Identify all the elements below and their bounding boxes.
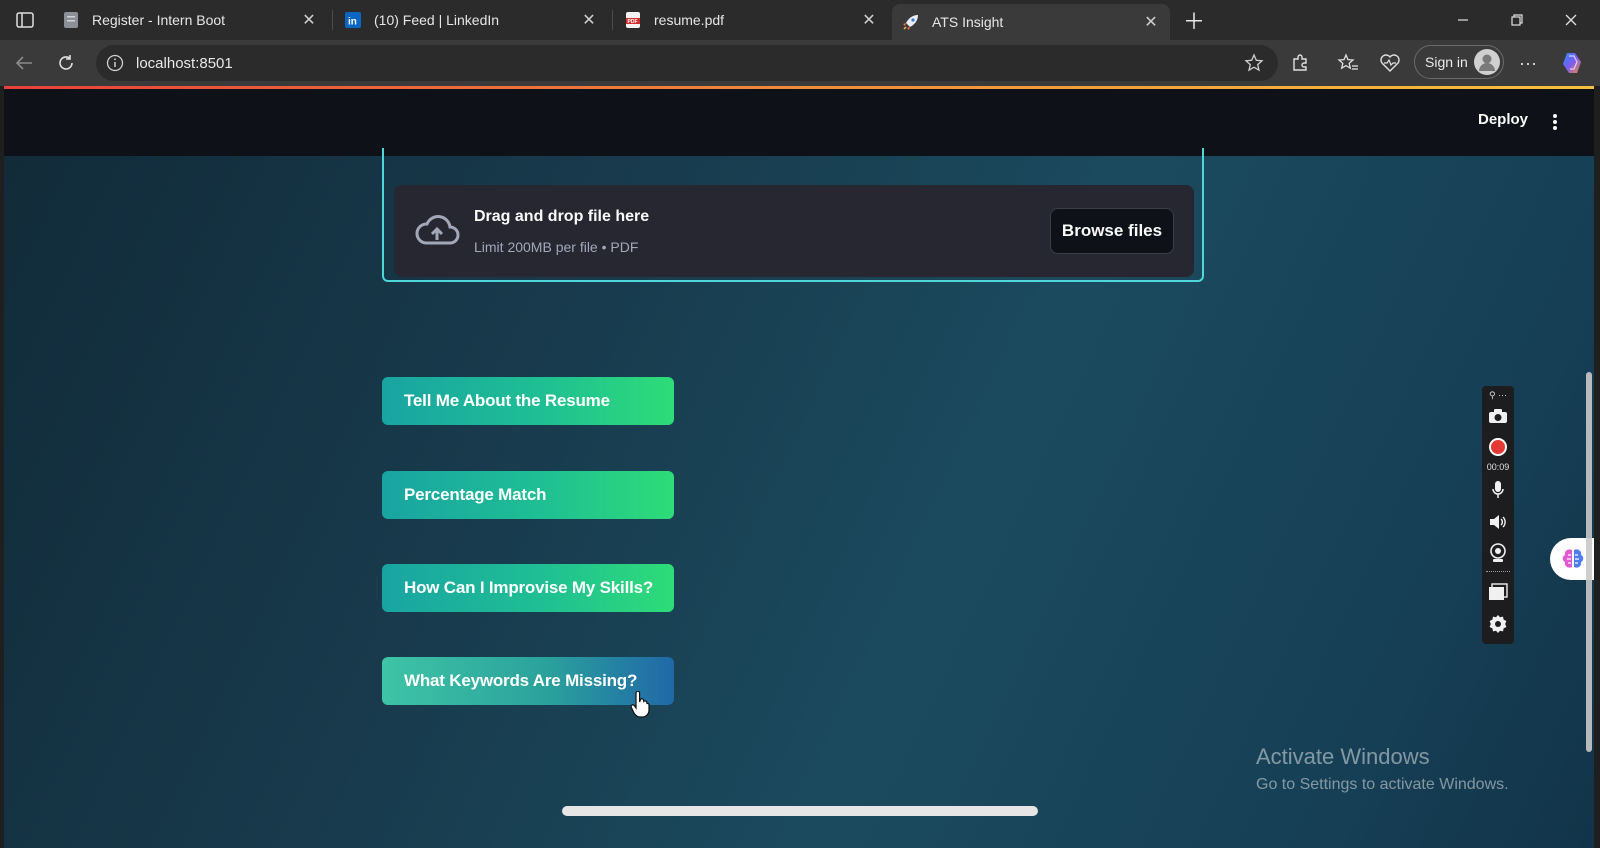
ellipsis-icon: ··· (1519, 52, 1537, 73)
tab-resume-pdf[interactable]: PDF resume.pdf ✕ (614, 4, 888, 36)
heart-pulse-icon (1380, 54, 1400, 72)
minimize-button[interactable] (1436, 0, 1490, 40)
svg-text:PDF: PDF (628, 19, 638, 25)
tab-ats-insight[interactable]: ATS Insight ✕ (892, 4, 1170, 40)
hand-cursor-icon (630, 691, 650, 718)
url-bar[interactable]: localhost:8501 (96, 45, 1278, 81)
tab-title: resume.pdf (654, 12, 725, 28)
gear-icon[interactable] (1486, 612, 1510, 636)
close-icon[interactable]: ✕ (1140, 11, 1162, 33)
new-tab-button[interactable]: ＋ (1180, 6, 1208, 34)
url-text[interactable]: localhost:8501 (136, 55, 233, 72)
screen-region-icon[interactable] (1486, 580, 1510, 604)
info-icon[interactable] (106, 54, 124, 72)
back-button[interactable] (10, 49, 38, 77)
file-dropzone[interactable]: Drag and drop file here Limit 200MB per … (394, 185, 1194, 277)
tab-separator (612, 10, 613, 30)
close-window-button[interactable] (1544, 0, 1598, 40)
recorder-pin-icon[interactable]: ⚲ ··· (1486, 388, 1510, 402)
speaker-icon[interactable] (1486, 510, 1510, 534)
deploy-button[interactable]: Deploy (1478, 111, 1528, 128)
tab-separator (332, 10, 333, 30)
reload-icon (59, 55, 73, 70)
address-toolbar: localhost:8501 Sign in ··· (0, 40, 1600, 86)
toolbar-divider (1486, 571, 1510, 572)
document-icon (62, 11, 80, 29)
app-header: Deploy (4, 89, 1594, 156)
minimize-icon (1458, 19, 1468, 21)
tab-title: Register - Intern Boot (92, 12, 226, 28)
percentage-match-button[interactable]: Percentage Match (382, 471, 674, 519)
favorites-button[interactable] (1334, 49, 1362, 77)
favorites-icon (1337, 53, 1358, 70)
tab-register[interactable]: Register - Intern Boot ✕ (52, 4, 328, 36)
close-icon[interactable]: ✕ (578, 9, 600, 31)
pdf-icon: PDF (624, 11, 642, 29)
kebab-dot (1553, 126, 1557, 130)
sign-in-button[interactable]: Sign in (1414, 45, 1504, 79)
main-menu-button[interactable] (1548, 109, 1562, 135)
close-icon[interactable]: ✕ (298, 9, 320, 31)
restore-icon (1511, 14, 1523, 26)
cloud-upload-icon (415, 215, 460, 245)
tab-linkedin[interactable]: in (10) Feed | LinkedIn ✕ (334, 4, 608, 36)
reload-button[interactable] (52, 49, 80, 77)
browser-essentials-button[interactable] (1376, 49, 1404, 77)
watermark-title: Activate Windows (1256, 744, 1430, 769)
tab-title: ATS Insight (932, 14, 1004, 30)
browse-files-button[interactable]: Browse files (1050, 208, 1174, 254)
brain-icon (1562, 549, 1584, 568)
sign-in-label: Sign in (1425, 54, 1468, 70)
windows-activation-watermark: Activate Windows Go to Settings to activ… (1256, 744, 1509, 794)
camera-icon[interactable] (1486, 404, 1510, 428)
tab-title: (10) Feed | LinkedIn (374, 12, 500, 28)
extensions-button[interactable] (1286, 49, 1314, 77)
restore-button[interactable] (1490, 0, 1544, 40)
arrow-left-icon (15, 56, 32, 70)
microphone-icon[interactable] (1486, 478, 1510, 502)
rocket-icon (902, 13, 920, 31)
tell-me-about-resume-button[interactable]: Tell Me About the Resume (382, 377, 674, 425)
screen-recorder-toolbar: ⚲ ··· 00:09 (1482, 386, 1514, 644)
app-viewport: Deploy Drag and drop file here Limit 200… (4, 86, 1594, 848)
puzzle-icon (1293, 54, 1307, 71)
close-icon[interactable]: ✕ (858, 9, 880, 31)
sidebar-icon (16, 12, 34, 28)
webcam-icon[interactable] (1486, 541, 1510, 565)
watermark-subtitle: Go to Settings to activate Windows. (1256, 776, 1509, 793)
recording-timer: 00:09 (1486, 462, 1510, 472)
vertical-scrollbar[interactable] (1586, 372, 1592, 752)
sidebar-toggle-button[interactable] (10, 8, 40, 32)
close-icon (1565, 14, 1577, 26)
dropzone-title: Drag and drop file here (474, 208, 650, 225)
avatar-icon (1474, 49, 1500, 75)
more-menu-button[interactable]: ··· (1514, 49, 1542, 77)
improve-skills-button[interactable]: How Can I Improvise My Skills? (382, 564, 674, 612)
record-icon[interactable] (1486, 435, 1510, 459)
horizontal-scrollbar[interactable] (562, 806, 1038, 816)
copilot-icon (1563, 53, 1581, 73)
kebab-dot (1553, 114, 1557, 118)
tab-strip: Register - Intern Boot ✕ in (10) Feed | … (0, 0, 1600, 40)
copilot-button[interactable] (1558, 49, 1586, 77)
linkedin-icon: in (344, 11, 362, 29)
kebab-dot (1553, 120, 1557, 124)
star-icon[interactable] (1244, 53, 1264, 73)
dropzone-limit-text: Limit 200MB per file • PDF (474, 239, 639, 255)
svg-text:in: in (348, 17, 357, 28)
